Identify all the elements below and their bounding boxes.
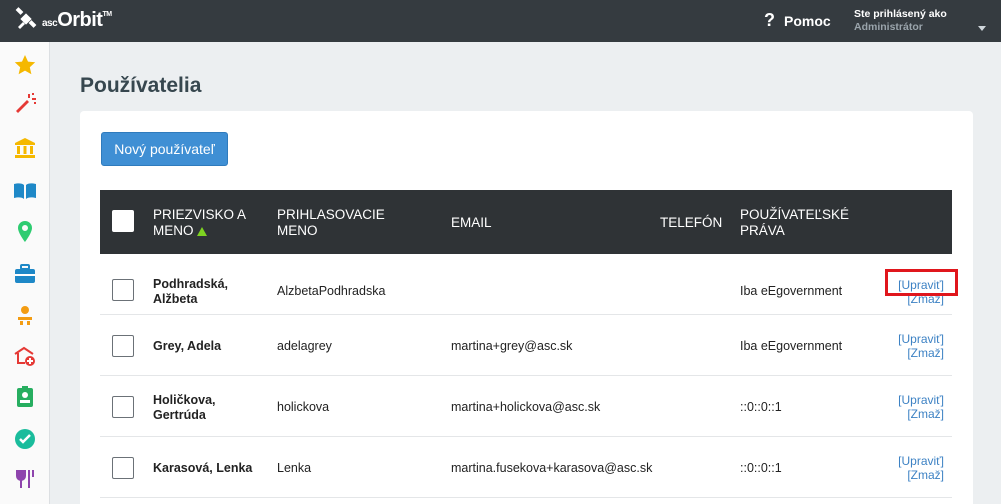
row-email: martina+grey@asc.sk xyxy=(451,339,573,353)
row-actions: [Upraviť] [Zmaž] xyxy=(898,393,944,421)
open-book-icon xyxy=(14,183,36,199)
row-checkbox[interactable] xyxy=(112,279,134,301)
sidebar-item-canteen[interactable] xyxy=(10,464,40,494)
sidebar-item-location[interactable] xyxy=(10,217,40,247)
row-rights: ::0::0::1 xyxy=(740,461,782,475)
row-name[interactable]: Karasová, Lenka xyxy=(153,461,263,476)
column-header-login[interactable]: PRIHLASOVACIE MENO xyxy=(277,207,402,239)
logo-prefix: asc xyxy=(42,17,58,29)
question-icon: ? xyxy=(764,10,775,30)
help-button[interactable]: ? Pomoc xyxy=(764,10,831,31)
row-login: adelagrey xyxy=(277,339,332,353)
magic-wand-icon xyxy=(16,93,36,113)
edit-link[interactable]: [Upraviť] xyxy=(898,454,944,468)
location-pin-icon xyxy=(18,221,32,242)
logo-main: Orbit xyxy=(57,8,103,31)
column-header-name[interactable]: PRIEZVISKO A MENO xyxy=(153,207,263,239)
row-login: Lenka xyxy=(277,461,312,475)
row-checkbox[interactable] xyxy=(112,396,134,418)
row-email: martina+holickova@asc.sk xyxy=(451,400,601,414)
bank-icon xyxy=(15,138,35,158)
sidebar-item-education[interactable] xyxy=(10,176,40,206)
briefcase-icon xyxy=(15,264,35,283)
help-label: Pomoc xyxy=(784,12,831,29)
sidebar-item-work[interactable] xyxy=(10,259,40,289)
row-login: holickova xyxy=(277,400,330,414)
edit-link[interactable]: [Upraviť] xyxy=(898,393,944,407)
select-all-checkbox[interactable] xyxy=(112,210,134,232)
table-row: Karasová, Lenka Lenka martina.fusekova+k… xyxy=(100,437,952,498)
edit-highlight-box xyxy=(885,269,958,296)
row-actions: [Upraviť] [Zmaž] xyxy=(898,332,944,360)
sidebar xyxy=(0,42,50,504)
table-header: PRIEZVISKO A MENO PRIHLASOVACIE MENO EMA… xyxy=(100,190,952,254)
row-checkbox[interactable] xyxy=(112,457,134,479)
row-checkbox[interactable] xyxy=(112,335,134,357)
sidebar-item-staff[interactable] xyxy=(10,300,40,330)
delete-link[interactable]: [Zmaž] xyxy=(898,407,944,421)
new-user-button[interactable]: Nový používateľ xyxy=(101,132,228,166)
user-label: Ste prihlásený ako xyxy=(854,8,947,20)
top-bar: ascOrbitTM ? Pomoc Ste prihlásený ako Ad… xyxy=(0,0,1001,42)
check-circle-icon xyxy=(15,429,35,449)
row-name[interactable]: Grey, Adela xyxy=(153,339,253,354)
sidebar-item-school[interactable] xyxy=(10,341,40,371)
logo-text: ascOrbitTM xyxy=(42,9,112,32)
row-login: AlzbetaPodhradska xyxy=(277,284,386,298)
person-desk-icon xyxy=(18,306,32,325)
sidebar-item-favorites[interactable] xyxy=(10,50,40,80)
row-rights: Iba eEgovernment xyxy=(740,284,843,298)
row-name[interactable]: Podhradská, Alžbeta xyxy=(153,277,253,307)
edit-link[interactable]: [Upraviť] xyxy=(898,332,944,346)
school-add-icon xyxy=(14,346,35,366)
row-name[interactable]: Holičkova, Gertrúda xyxy=(153,393,253,423)
sidebar-item-attendance[interactable] xyxy=(10,424,40,454)
satellite-icon xyxy=(15,7,37,29)
sort-ascending-icon xyxy=(196,227,207,236)
logo-tm: TM xyxy=(102,10,112,18)
delete-link[interactable]: [Zmaž] xyxy=(898,346,944,360)
row-actions: [Upraviť] [Zmaž] xyxy=(898,454,944,482)
row-email: martina.fusekova+karasova@asc.sk xyxy=(451,461,653,475)
app-logo[interactable]: ascOrbitTM xyxy=(14,6,112,34)
column-header-phone[interactable]: TELEFÓN xyxy=(660,215,722,231)
sidebar-item-wizard[interactable] xyxy=(10,89,40,119)
user-menu[interactable]: Ste prihlásený ako Administrátor xyxy=(854,8,947,34)
row-rights: Iba eEgovernment xyxy=(740,339,843,353)
chevron-down-icon[interactable] xyxy=(978,26,986,31)
sidebar-item-institution[interactable] xyxy=(10,133,40,163)
table-row: Holičkova, Gertrúda holickova martina+ho… xyxy=(100,376,952,437)
id-badge-icon xyxy=(17,386,33,407)
sidebar-item-id[interactable] xyxy=(10,382,40,412)
column-header-rights[interactable]: POUŽÍVATEĽSKÉ PRÁVA xyxy=(740,207,870,239)
star-icon xyxy=(14,55,36,75)
column-header-email[interactable]: EMAIL xyxy=(451,215,492,231)
cup-fork-icon xyxy=(16,470,34,488)
user-name: Administrátor xyxy=(854,21,923,33)
table-row: Grey, Adela adelagrey martina+grey@asc.s… xyxy=(100,315,952,376)
table-row: Podhradská, Alžbeta AlzbetaPodhradska Ib… xyxy=(100,254,952,315)
page-title: Používatelia xyxy=(80,74,202,97)
row-rights: ::0::0::1 xyxy=(740,400,782,414)
delete-link[interactable]: [Zmaž] xyxy=(898,468,944,482)
